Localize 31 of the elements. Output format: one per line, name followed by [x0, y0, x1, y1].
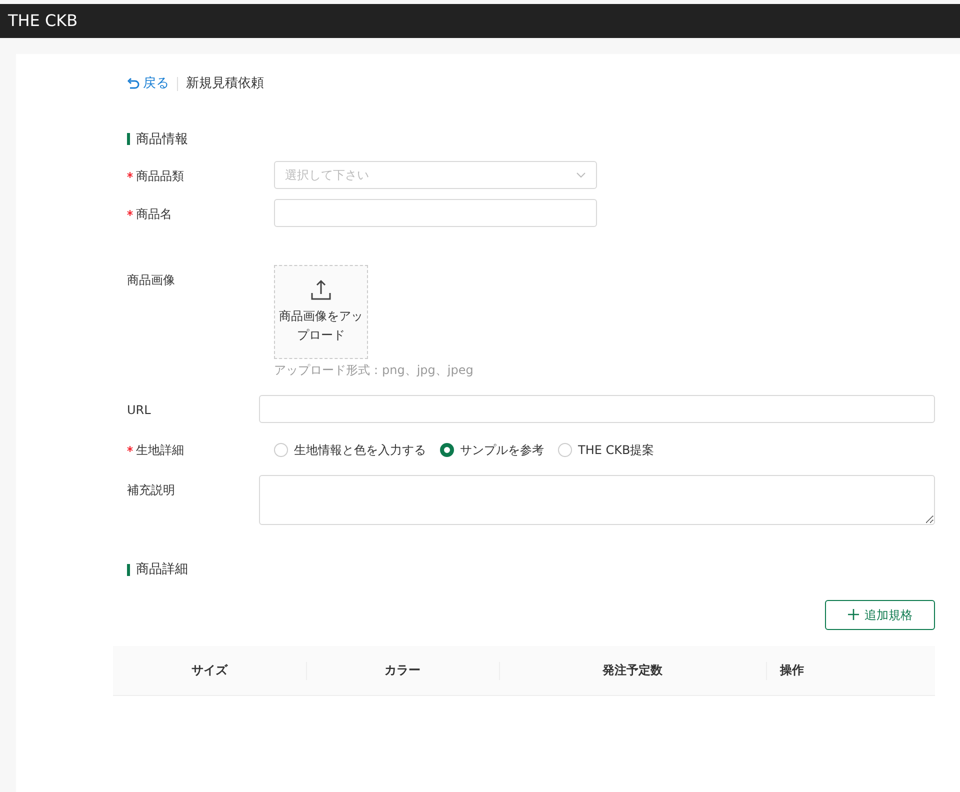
add-spec-button[interactable]: 追加規格	[825, 600, 935, 630]
field-label: 商品画像	[127, 272, 175, 289]
section-marker	[127, 564, 130, 576]
plus-icon	[848, 609, 858, 620]
column-header: カラー	[384, 662, 420, 679]
upload-button[interactable]: 商品画像をアップロード	[274, 265, 368, 359]
section-title: 商品情報	[136, 130, 188, 148]
upload-icon	[310, 278, 332, 301]
field-label: URL	[127, 402, 151, 419]
field-label: 商品名	[136, 206, 172, 223]
text-field[interactable]	[274, 199, 597, 227]
radio-option[interactable]: 生地情報と色を入力する	[274, 441, 426, 459]
logo[interactable]: THE CKB	[8, 9, 78, 33]
placeholder-text: 選択して下さい	[285, 167, 369, 184]
back-link[interactable]: 戻る	[127, 74, 169, 94]
upload-hint: アップロード形式：png、jpg、jpeg	[274, 362, 474, 379]
url-field[interactable]	[259, 395, 935, 423]
section-marker	[127, 133, 130, 146]
chevron-down-icon	[576, 172, 586, 178]
page-title: 新規見積依頼	[186, 75, 264, 93]
section-title: 商品詳細	[136, 561, 188, 579]
column-header: 操作	[780, 662, 804, 679]
back-icon	[127, 78, 141, 90]
column-header: サイズ	[192, 662, 228, 679]
radio-option[interactable]: THE CKB提案	[558, 441, 654, 459]
column-header: 発注予定数	[602, 662, 662, 679]
field-label: 生地詳細	[136, 442, 184, 459]
field-label: 商品品類	[136, 168, 184, 185]
field-label: 補充説明	[127, 482, 175, 499]
radio-option[interactable]: サンプルを参考	[440, 441, 544, 459]
comment-field[interactable]	[259, 475, 935, 525]
